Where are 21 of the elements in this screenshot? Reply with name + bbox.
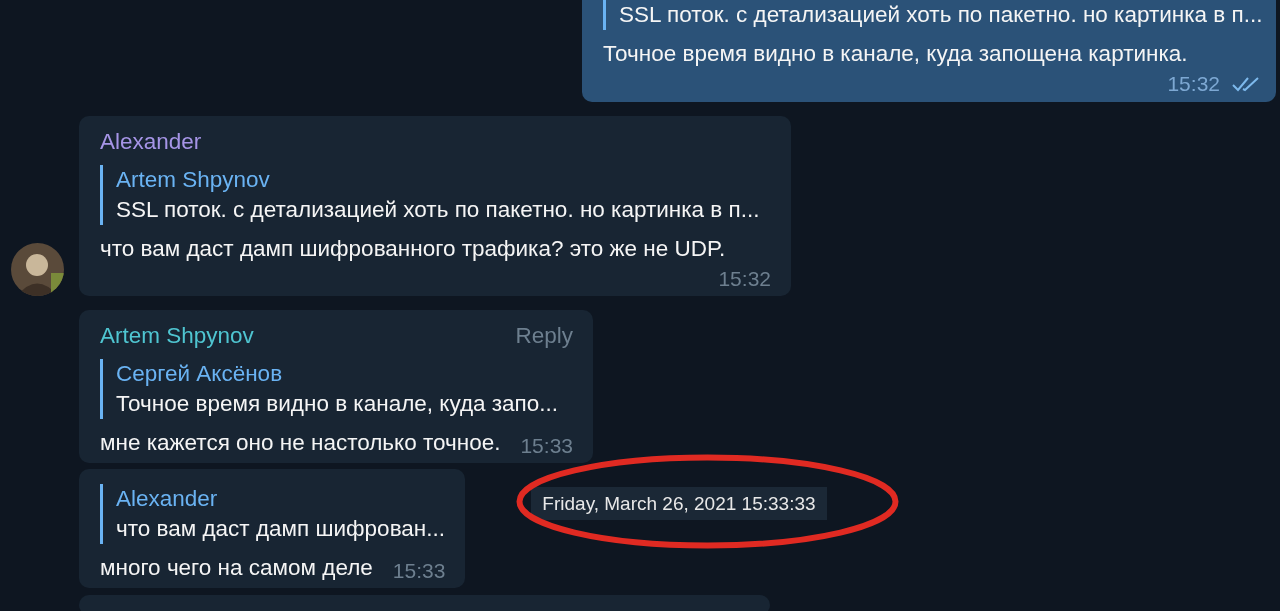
sender-name: Alexander <box>100 128 202 156</box>
quoted-text: SSL поток. с детализацией хоть по пакетно. но картинка в п... <box>116 196 761 224</box>
message-text: мне кажется оно не настолько точное. <box>100 429 501 457</box>
quoted-text: что вам даст дамп шифрован... <box>116 515 446 543</box>
reply-quote[interactable]: Artem Shpynov SSL поток. с детализацией хоть по пакетно. но картинка в п... <box>100 165 771 225</box>
timestamp-tooltip: Friday, March 26, 2021 15:33:33 <box>531 487 827 520</box>
quoted-sender: Alexander <box>116 485 219 513</box>
quoted-sender: Artem Shpynov <box>116 166 271 194</box>
quoted-sender: Сергей Аксёнов <box>116 360 284 388</box>
message-time: 15:32 <box>718 266 771 292</box>
message-text: Точное время видно в канале, куда запощена картинка. <box>603 40 1188 68</box>
message-time: 15:33 <box>520 433 573 459</box>
message-time: 15:32 <box>1167 71 1220 97</box>
reply-quote[interactable]: Alexander что вам даст дамп шифрован... <box>100 484 446 544</box>
reply-link[interactable]: Reply <box>515 319 573 353</box>
message-text: что вам даст дамп шифрованного трафика? это же не UDP. <box>100 235 726 263</box>
message-time: 15:33 <box>392 558 446 584</box>
quoted-text: Точное время видно в канале, куда запо... <box>116 390 560 418</box>
reply-quote[interactable]: Сергей Аксёнов Точное время видно в канале, куда запо... <box>100 359 573 419</box>
message-text: много чего на самом деле <box>100 554 373 582</box>
sender-name: Artem Shpynov <box>100 322 254 350</box>
